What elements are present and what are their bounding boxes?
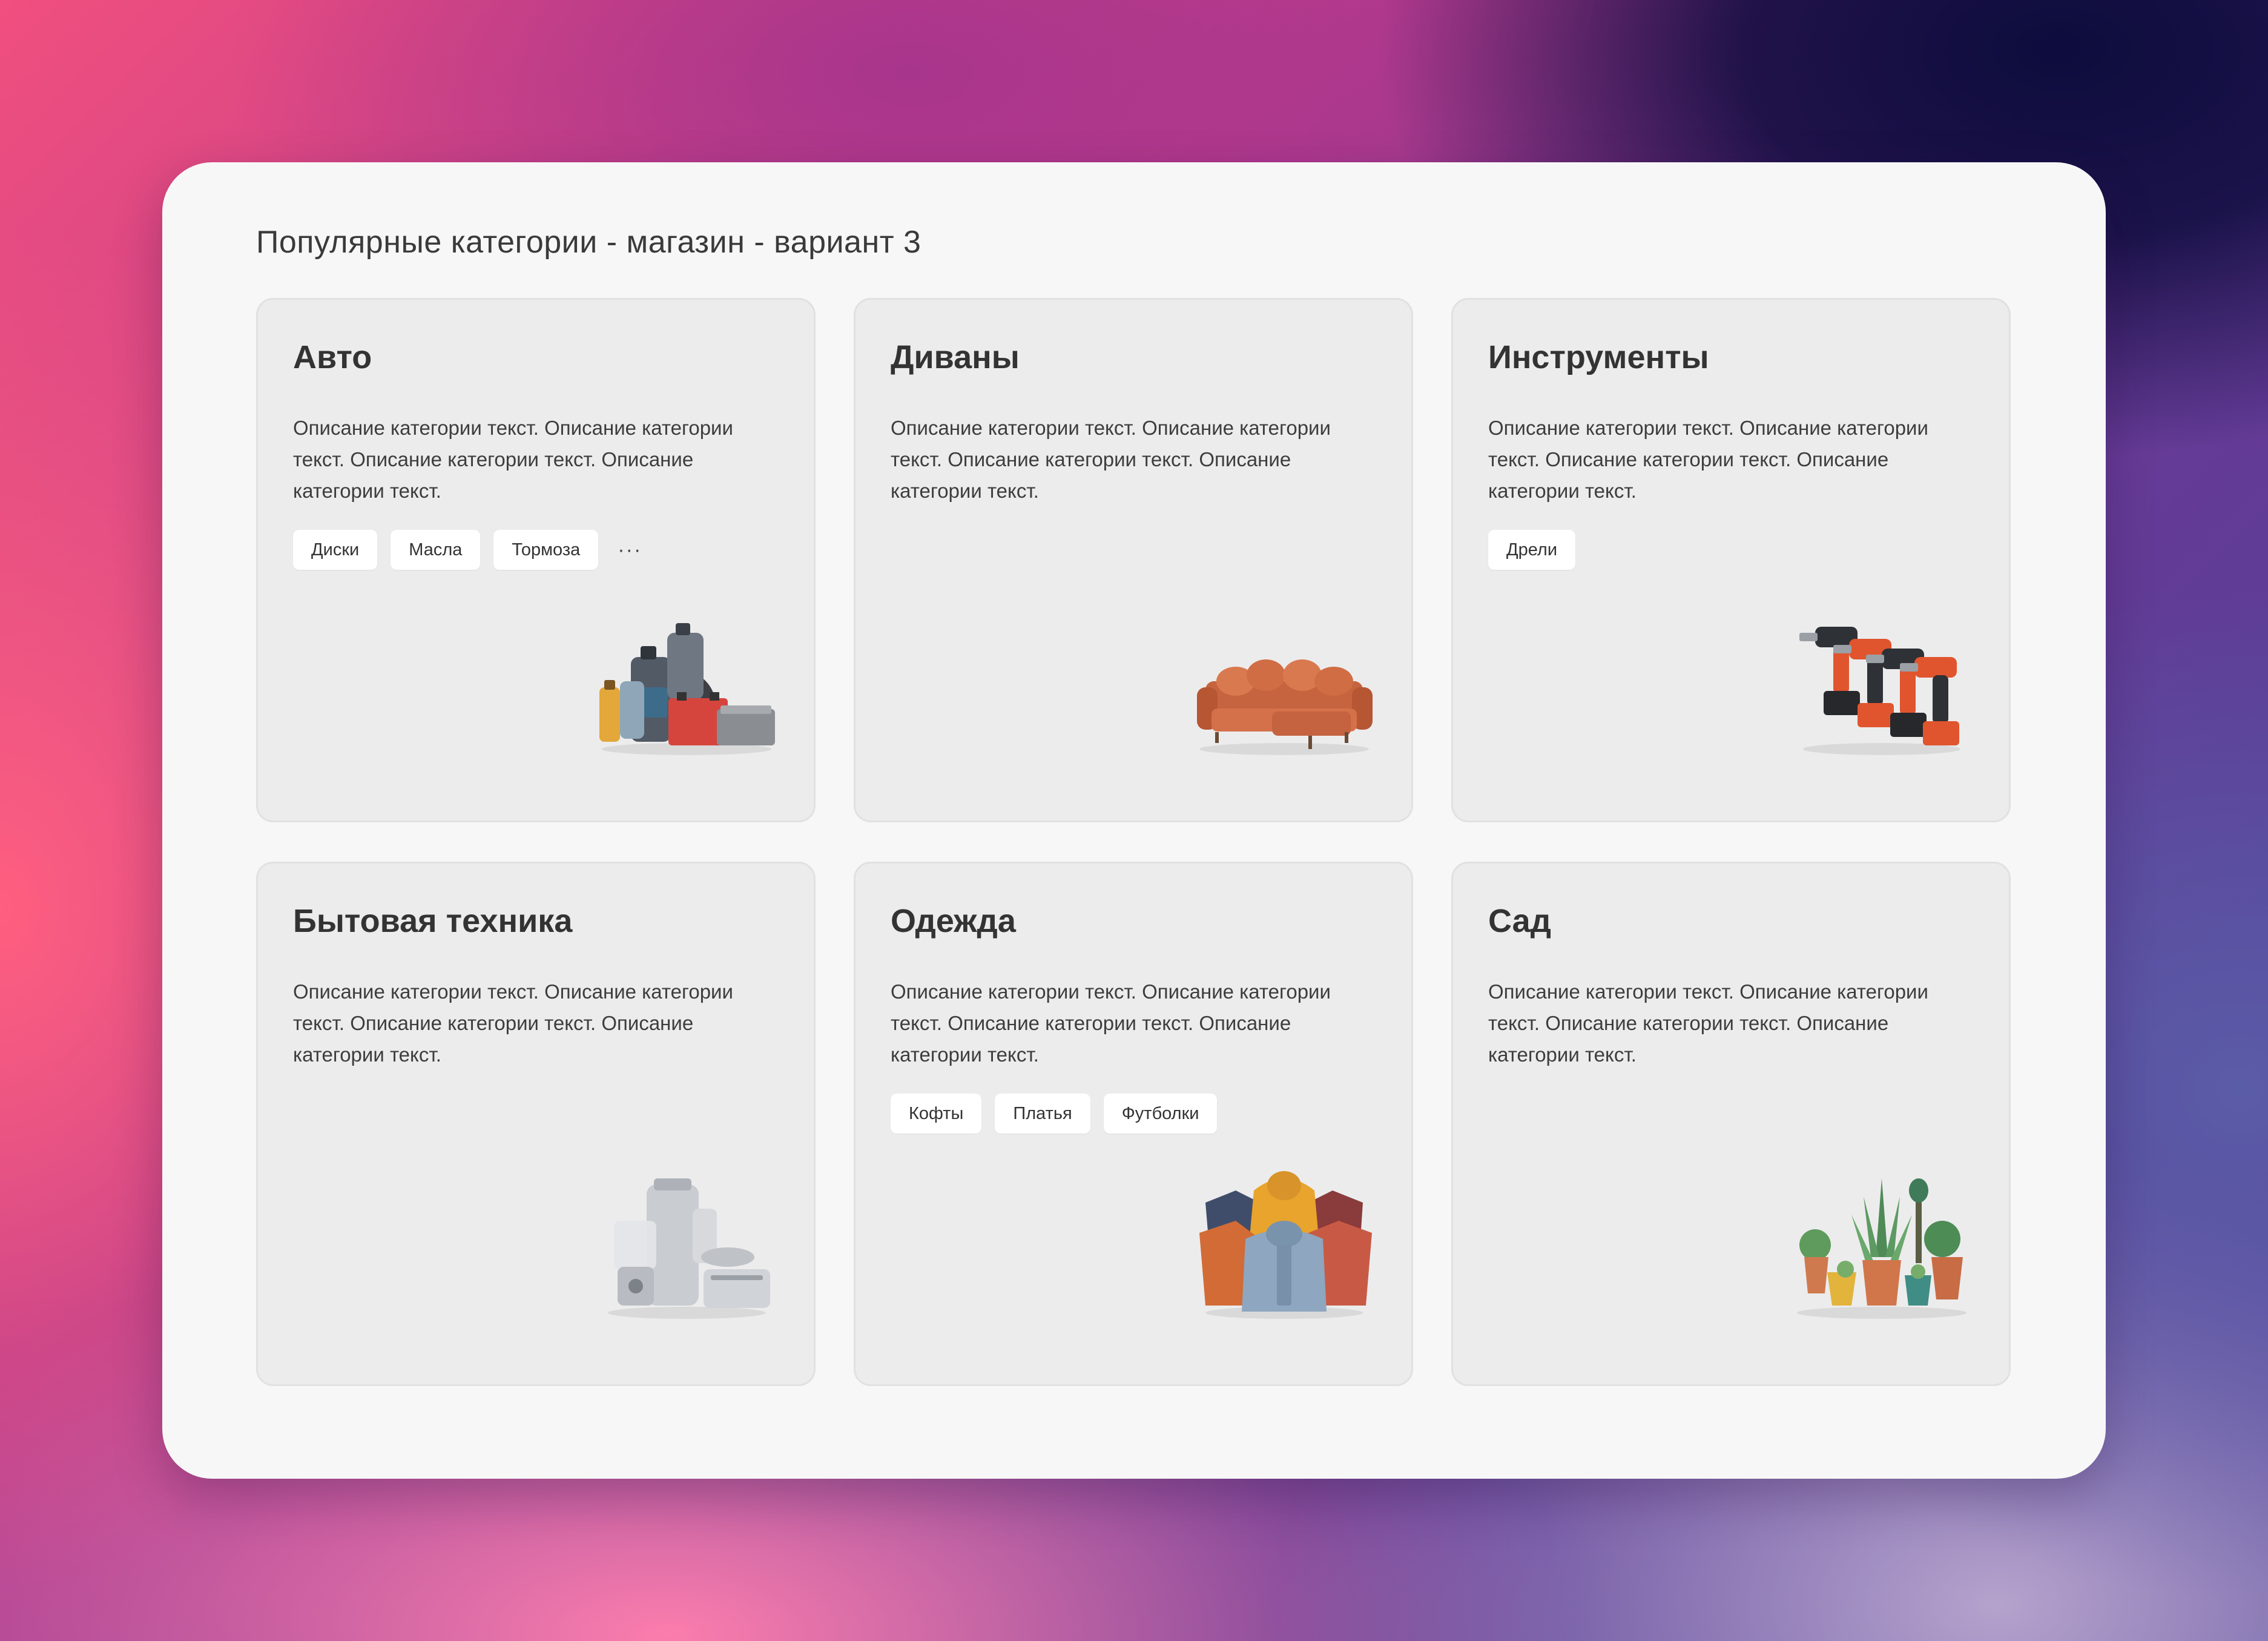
card-description: Описание категории текст. Описание катег… — [293, 980, 733, 1066]
card-description: Описание категории текст. Описание катег… — [891, 980, 1331, 1066]
sofa-illustration — [1193, 590, 1375, 772]
auto-products-illustration — [596, 590, 777, 772]
categories-panel: Популярные категории - магазин - вариант… — [162, 162, 2106, 1479]
drills-illustration — [1791, 590, 1973, 772]
category-card-sofas[interactable]: Диваны Описание категории текст. Описани… — [854, 298, 1413, 822]
card-description: Описание категории текст. Описание катег… — [1488, 417, 1928, 502]
category-card-appliances[interactable]: Бытовая техника Описание категории текст… — [256, 862, 816, 1386]
category-card-tools[interactable]: Инструменты Описание категории текст. Оп… — [1451, 298, 2011, 822]
plants-illustration — [1791, 1154, 1973, 1336]
hoodies-illustration — [1193, 1154, 1375, 1336]
card-description: Описание категории текст. Описание катег… — [293, 417, 733, 502]
tag-sweaters[interactable]: Кофты — [891, 1094, 982, 1134]
tag-tshirts[interactable]: Футболки — [1103, 1094, 1218, 1134]
tag-drills[interactable]: Дрели — [1488, 530, 1576, 570]
card-title: Одежда — [891, 903, 1016, 939]
appliances-illustration — [596, 1154, 777, 1336]
tag-oils[interactable]: Масла — [391, 530, 481, 570]
category-card-garden[interactable]: Сад Описание категории текст. Описание к… — [1451, 862, 2011, 1386]
more-tags-button[interactable]: ··· — [612, 530, 648, 570]
page-title: Популярные категории - магазин - вариант… — [256, 225, 921, 260]
category-card-auto[interactable]: Авто Описание категории текст. Описание … — [256, 298, 816, 822]
card-title: Инструменты — [1488, 339, 1709, 375]
tag-list: Диски Масла Тормоза ··· — [293, 530, 648, 570]
tag-brakes[interactable]: Тормоза — [493, 530, 599, 570]
card-title: Диваны — [891, 339, 1020, 375]
category-card-clothes[interactable]: Одежда Описание категории текст. Описани… — [854, 862, 1413, 1386]
card-title: Бытовая техника — [293, 903, 573, 939]
card-description: Описание категории текст. Описание катег… — [1488, 980, 1928, 1066]
tag-list: Кофты Платья Футболки — [891, 1094, 1218, 1134]
tag-disks[interactable]: Диски — [293, 530, 378, 570]
card-title: Сад — [1488, 903, 1551, 939]
tag-list: Дрели — [1488, 530, 1576, 570]
card-description: Описание категории текст. Описание катег… — [891, 417, 1331, 502]
tag-dresses[interactable]: Платья — [995, 1094, 1090, 1134]
card-title: Авто — [293, 339, 372, 375]
